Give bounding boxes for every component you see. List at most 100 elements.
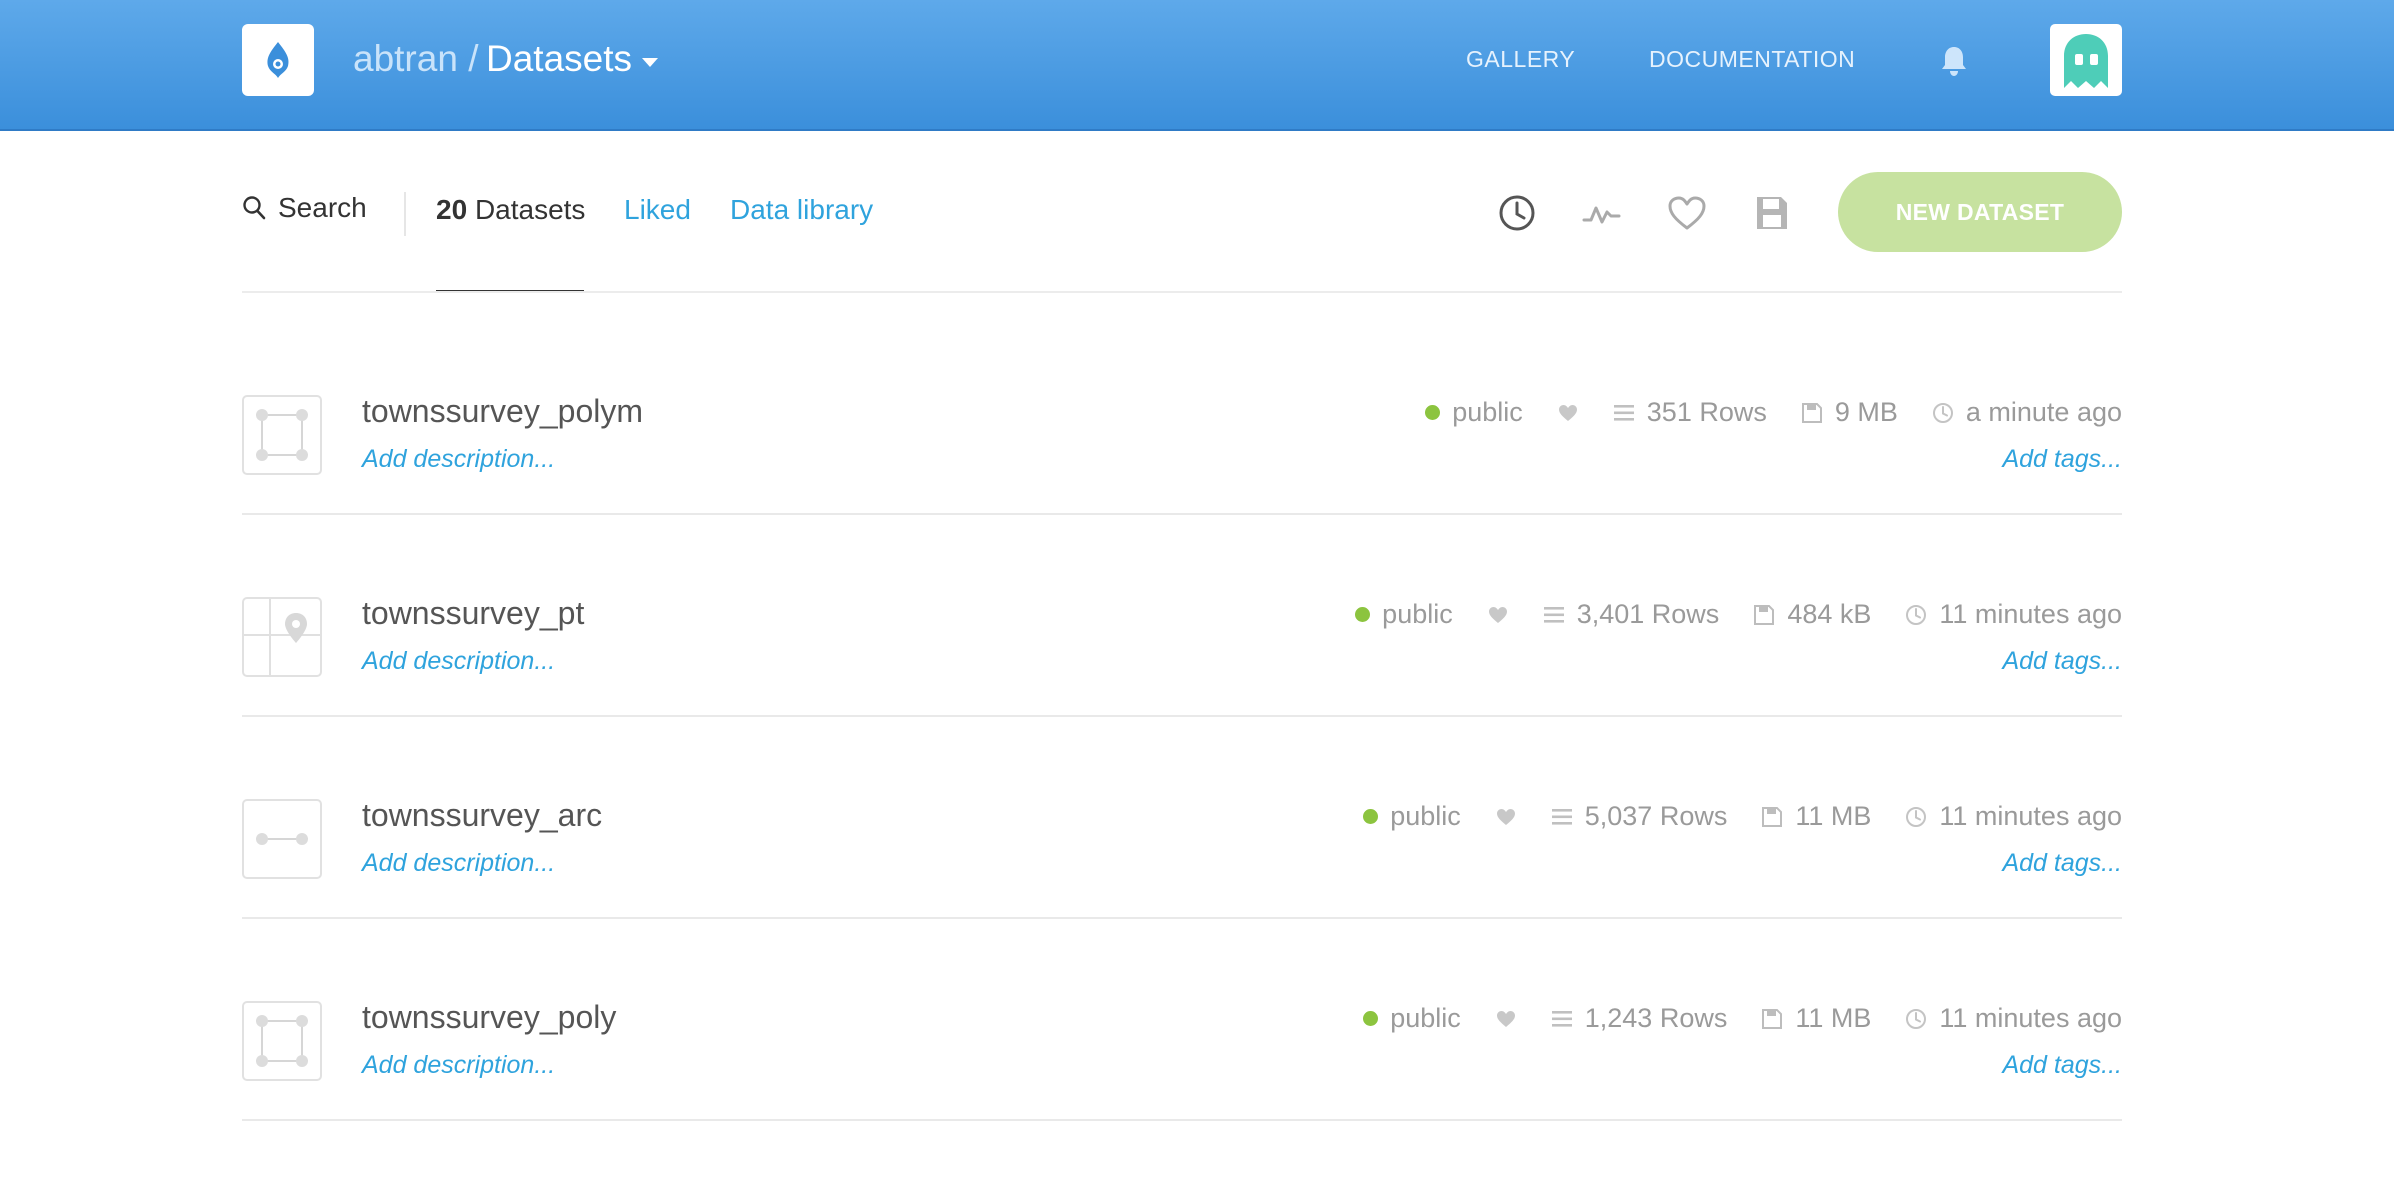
public-status-dot-icon	[1425, 405, 1441, 420]
public-status-dot-icon	[1363, 809, 1379, 824]
datasets-count: 20	[436, 194, 468, 225]
add-description-link[interactable]: Add description...	[362, 445, 555, 474]
privacy-label: public	[1382, 599, 1453, 629]
updated-label: 11 minutes ago	[1939, 1003, 2122, 1033]
toolbar-divider	[242, 291, 2122, 293]
breadcrumb-user[interactable]: abtran /	[353, 38, 478, 80]
clock-icon	[1932, 402, 1954, 424]
nav-gallery-link[interactable]: GALLERY	[1466, 46, 1575, 73]
line-thumbnail-icon[interactable]	[242, 799, 322, 879]
privacy-status[interactable]: public	[1363, 1003, 1461, 1034]
updated-label: a minute ago	[1965, 397, 2122, 427]
privacy-label: public	[1452, 397, 1523, 427]
dataset-size: 484 kB	[1753, 599, 1871, 630]
disk-icon	[1761, 806, 1783, 828]
breadcrumb-page-label: Datasets	[486, 38, 633, 79]
rows-icon	[1613, 402, 1635, 424]
sort-by-date-button[interactable]	[1496, 192, 1538, 234]
polygon-thumbnail-icon[interactable]	[242, 1001, 322, 1081]
row-count: 351 Rows	[1613, 397, 1767, 428]
bell-icon[interactable]	[1938, 44, 1970, 78]
rows-icon	[1551, 806, 1573, 828]
dataset-row[interactable]: townssurvey_poly Add description... publ…	[242, 919, 2122, 1121]
add-tags-link[interactable]: Add tags...	[2002, 647, 2122, 676]
dataset-meta: public 3,401 Rows 484 kB 11 minutes ago	[1355, 599, 2122, 630]
disk-icon	[1753, 604, 1775, 626]
privacy-status[interactable]: public	[1363, 801, 1461, 832]
sort-by-size-button[interactable]	[1751, 192, 1793, 234]
privacy-label: public	[1390, 801, 1461, 831]
search-label: Search	[278, 192, 367, 223]
heart-icon	[1487, 604, 1509, 626]
row-count-label: 5,037 Rows	[1584, 801, 1728, 831]
dataset-name-link[interactable]: townssurvey_pt	[362, 595, 584, 632]
clock-icon	[1905, 806, 1927, 828]
nav-documentation-link[interactable]: DOCUMENTATION	[1649, 46, 1855, 73]
size-label: 11 MB	[1795, 801, 1872, 831]
size-label: 11 MB	[1795, 1003, 1872, 1033]
disk-icon	[1801, 402, 1823, 424]
add-description-link[interactable]: Add description...	[362, 647, 555, 676]
sort-by-activity-button[interactable]	[1581, 192, 1623, 234]
updated-label: 11 minutes ago	[1939, 801, 2122, 831]
save-disk-icon	[1757, 197, 1787, 229]
rows-icon	[1551, 1008, 1573, 1030]
rows-icon	[1543, 604, 1565, 626]
disk-icon	[1761, 1008, 1783, 1030]
updated-label: 11 minutes ago	[1939, 599, 2122, 629]
search-button[interactable]: Search	[242, 192, 367, 224]
dataset-row[interactable]: townssurvey_polym Add description... pub…	[242, 313, 2122, 515]
caret-down-icon	[642, 57, 659, 67]
datasets-tab-label: Datasets	[474, 194, 586, 225]
like-button[interactable]	[1557, 402, 1579, 424]
public-status-dot-icon	[1355, 607, 1371, 622]
dataset-size: 11 MB	[1761, 801, 1871, 832]
dataset-meta: public 351 Rows 9 MB a minute ago	[1425, 397, 2122, 428]
dataset-name-link[interactable]: townssurvey_arc	[362, 797, 602, 834]
like-button[interactable]	[1487, 604, 1509, 626]
privacy-status[interactable]: public	[1425, 397, 1523, 428]
dataset-row[interactable]: townssurvey_pt Add description... public…	[242, 515, 2122, 717]
add-description-link[interactable]: Add description...	[362, 1051, 555, 1080]
add-tags-link[interactable]: Add tags...	[2002, 1051, 2122, 1080]
dataset-meta: public 1,243 Rows 11 MB 11 minutes ago	[1363, 1003, 2122, 1034]
dataset-size: 9 MB	[1801, 397, 1898, 428]
datasets-toolbar: Search 20 Datasets Liked Data library NE…	[242, 132, 2122, 293]
size-label: 484 kB	[1787, 599, 1872, 629]
updated-time: a minute ago	[1932, 397, 2122, 428]
dataset-name-link[interactable]: townssurvey_poly	[362, 999, 616, 1036]
dataset-row[interactable]: townssurvey_arc Add description... publi…	[242, 717, 2122, 919]
row-count-label: 351 Rows	[1646, 397, 1767, 427]
tab-data-library[interactable]: Data library	[730, 194, 873, 226]
add-description-link[interactable]: Add description...	[362, 849, 555, 878]
privacy-status[interactable]: public	[1355, 599, 1453, 630]
heart-icon	[1495, 806, 1517, 828]
sort-by-likes-button[interactable]	[1666, 192, 1708, 234]
dataset-size: 11 MB	[1761, 1003, 1871, 1034]
dataset-name-link[interactable]: townssurvey_polym	[362, 393, 643, 430]
add-tags-link[interactable]: Add tags...	[2002, 849, 2122, 878]
dataset-meta: public 5,037 Rows 11 MB 11 minutes ago	[1363, 801, 2122, 832]
add-tags-link[interactable]: Add tags...	[2002, 445, 2122, 474]
like-button[interactable]	[1495, 1008, 1517, 1030]
user-avatar[interactable]	[2050, 24, 2122, 96]
public-status-dot-icon	[1363, 1011, 1379, 1026]
row-count: 3,401 Rows	[1543, 599, 1719, 630]
heart-icon	[1557, 402, 1579, 424]
breadcrumb-page-dropdown[interactable]: Datasets	[486, 38, 659, 80]
heart-icon	[1668, 196, 1706, 230]
carto-logo[interactable]	[242, 24, 314, 96]
row-count: 5,037 Rows	[1551, 801, 1728, 832]
tab-liked[interactable]: Liked	[624, 194, 691, 226]
polygon-thumbnail-icon[interactable]	[242, 395, 322, 475]
clock-icon	[1905, 604, 1927, 626]
heart-icon	[1495, 1008, 1517, 1030]
logo-icon	[267, 42, 289, 78]
updated-time: 11 minutes ago	[1905, 1003, 2122, 1034]
map-pin-thumbnail-icon[interactable]	[242, 597, 322, 677]
size-label: 9 MB	[1834, 397, 1898, 427]
toolbar-separator	[404, 192, 406, 236]
new-dataset-button[interactable]: NEW DATASET	[1838, 172, 2122, 252]
tab-datasets[interactable]: 20 Datasets	[436, 194, 585, 226]
like-button[interactable]	[1495, 806, 1517, 828]
